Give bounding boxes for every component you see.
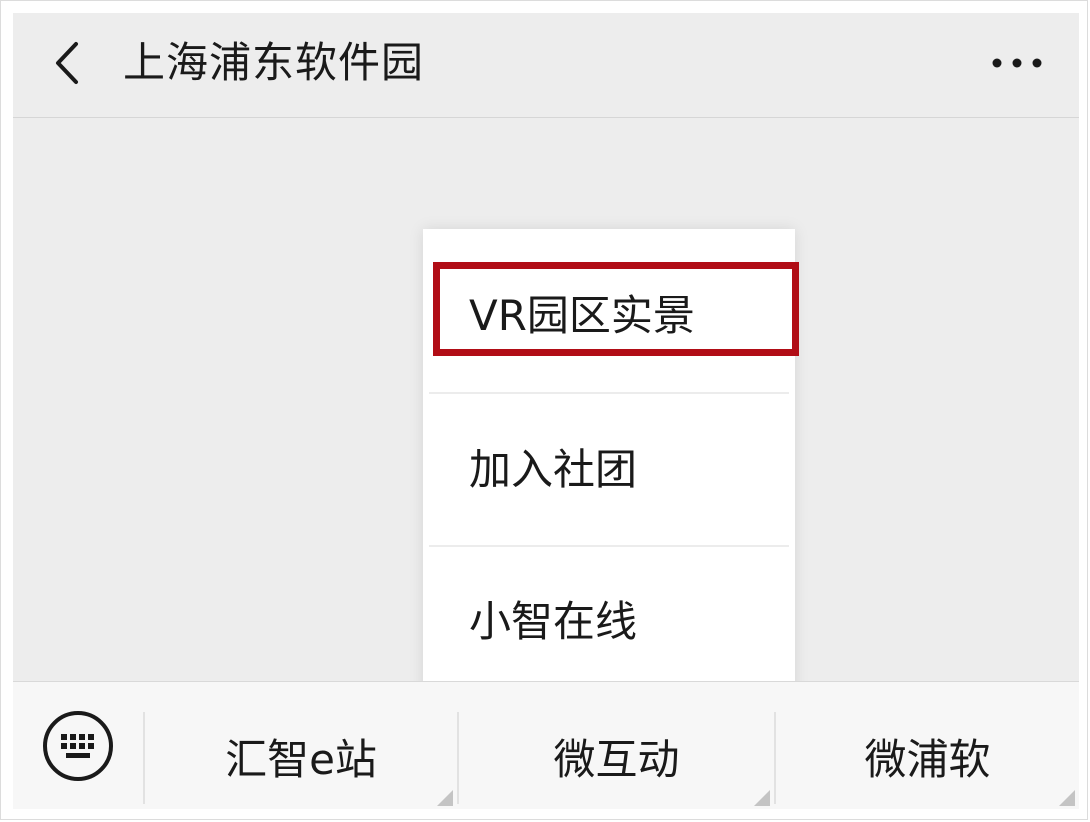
chevron-left-icon — [56, 42, 78, 84]
highlight-annotation-box — [433, 262, 799, 356]
tab-label: 微浦软 — [864, 735, 991, 784]
keyboard-toggle-button[interactable] — [13, 682, 143, 809]
screenshot-frame: 上海浦东软件园 VR园区实景 加入社团 小智在线 汇智e站 微互动 微浦软 — [0, 0, 1088, 820]
menu-item-label: 加入社团 — [469, 445, 638, 494]
more-horizontal-icon — [992, 58, 1042, 68]
bottom-menu-bar: 汇智e站 微互动 微浦软 — [13, 681, 1079, 809]
menu-item-join-club[interactable]: 加入社团 — [423, 395, 795, 545]
tab-label: 汇智e站 — [225, 735, 377, 784]
submenu-indicator-icon — [1059, 790, 1075, 806]
menu-item-label: 小智在线 — [469, 597, 638, 646]
popup-menu: VR园区实景 加入社团 小智在线 — [423, 229, 799, 699]
top-navigation-bar: 上海浦东软件园 — [13, 13, 1079, 118]
back-button[interactable] — [47, 31, 87, 95]
page-title: 上海浦东软件园 — [123, 38, 425, 87]
submenu-indicator-icon — [754, 790, 770, 806]
tab-micro-interaction[interactable]: 微互动 — [459, 682, 774, 809]
more-button[interactable] — [987, 33, 1047, 93]
submenu-indicator-icon — [437, 790, 453, 806]
menu-divider — [429, 392, 789, 394]
keyboard-icon — [43, 711, 113, 781]
tab-huizhi-estation[interactable]: 汇智e站 — [145, 682, 457, 809]
app-screen: 上海浦东软件园 VR园区实景 加入社团 小智在线 汇智e站 微互动 微浦软 — [13, 13, 1079, 809]
menu-item-xiaozhi-online[interactable]: 小智在线 — [423, 547, 795, 697]
tab-label: 微互动 — [553, 735, 680, 784]
tab-micro-pusoft[interactable]: 微浦软 — [776, 682, 1079, 809]
